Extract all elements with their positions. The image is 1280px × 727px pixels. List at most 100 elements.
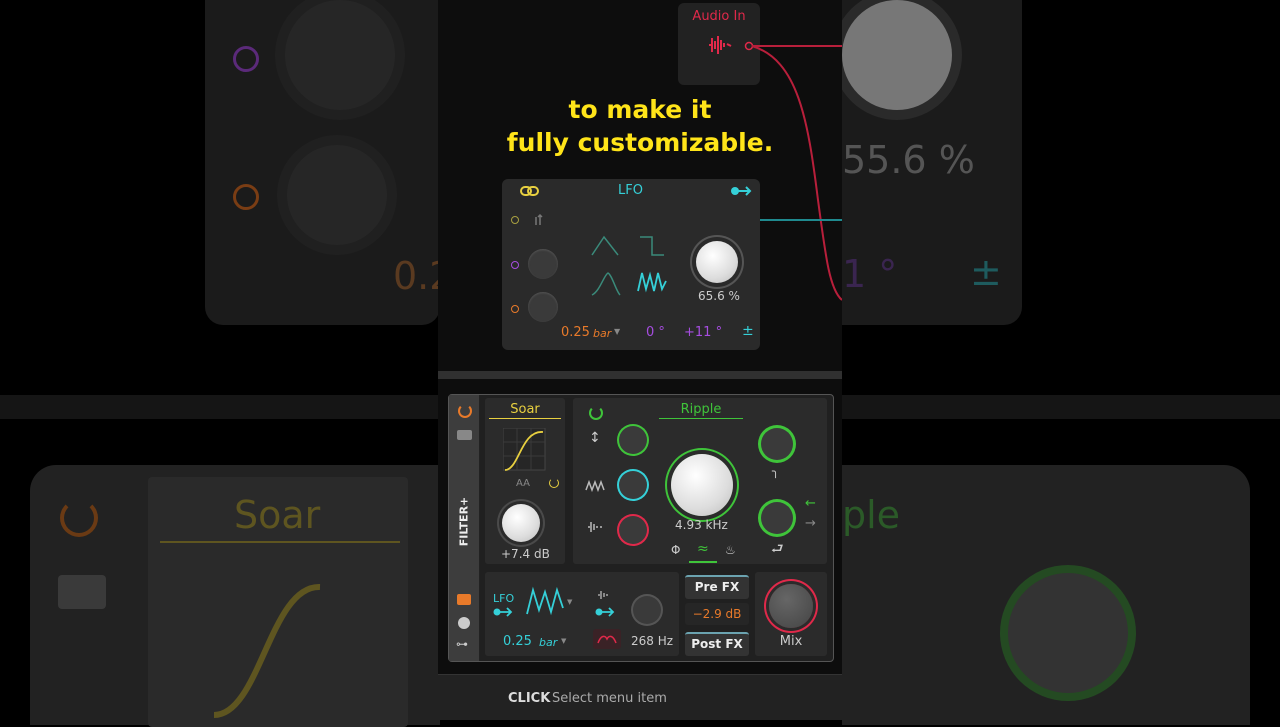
- panel-divider: [438, 371, 842, 379]
- mod-rate-unit[interactable]: bar: [539, 636, 557, 649]
- mix-knob[interactable]: [769, 584, 813, 628]
- arrow-right-icon[interactable]: →: [805, 516, 816, 531]
- ripple-frequency-knob[interactable]: [671, 454, 733, 516]
- ripple-top-right-knob[interactable]: [761, 428, 793, 460]
- ripple-spread-knob[interactable]: [619, 426, 647, 454]
- mod-wave-chevron-icon[interactable]: ▼: [567, 598, 572, 606]
- mod-target-arrow-icon[interactable]: [493, 607, 513, 617]
- device-side-label[interactable]: FILTER+: [458, 492, 471, 552]
- ripple-mode-underline: [689, 561, 717, 563]
- background-soar-underline: [160, 541, 400, 543]
- background-soar-curve: [213, 583, 321, 718]
- ripple-wave-knob[interactable]: [619, 471, 647, 499]
- background-panel-left: 0.2: [205, 0, 453, 325]
- soar-gain-knob[interactable]: [502, 504, 540, 542]
- background-soar-title: Soar: [234, 493, 321, 537]
- retrigger-icon[interactable]: [534, 213, 546, 227]
- background-plus-minus: ±: [970, 250, 1002, 294]
- ripple-underline: [659, 418, 743, 419]
- filter-shape-icon: [597, 635, 617, 644]
- mix-section: Mix: [755, 572, 827, 656]
- ripple-feedback-knob[interactable]: [761, 502, 793, 534]
- lfo-orange-knob[interactable]: [528, 292, 558, 322]
- flame-icon[interactable]: ♨: [725, 543, 736, 557]
- soar-title[interactable]: Soar: [485, 402, 565, 417]
- background-device-left: Soar: [30, 465, 440, 727]
- curve-icon[interactable]: ╮: [772, 464, 779, 478]
- post-fx-button[interactable]: Post FX: [685, 632, 749, 656]
- device-side-bar: FILTER+ ⊶: [449, 395, 480, 661]
- status-description: Select menu item: [552, 691, 667, 706]
- bipolar-toggle[interactable]: ±: [742, 323, 754, 339]
- mod-source-label[interactable]: LFO: [493, 592, 514, 605]
- key-icon[interactable]: ⊶: [456, 637, 468, 651]
- lfo-purple-knob[interactable]: [528, 249, 558, 279]
- lfo-rate-unit[interactable]: bar: [593, 327, 611, 340]
- modulator-list-icon[interactable]: [457, 594, 471, 605]
- soar-gain-value: +7.4 dB: [501, 547, 550, 561]
- mod-envelope-icon[interactable]: [597, 590, 611, 600]
- background-green-knob: [1008, 573, 1128, 693]
- spread-icon[interactable]: ↕: [589, 430, 601, 446]
- power-icon[interactable]: [458, 404, 472, 418]
- pre-fx-label: Pre FX: [694, 580, 740, 594]
- lfo-amount-knob[interactable]: [696, 241, 738, 283]
- background-purple-dot: [233, 46, 259, 72]
- ripple-frequency-value: 4.93 kHz: [675, 518, 728, 532]
- caption-line-2: fully customizable.: [506, 128, 774, 157]
- ripple-mode-icon[interactable]: ≈: [697, 541, 709, 557]
- link-icon[interactable]: [520, 185, 540, 197]
- purple-mod-dot[interactable]: [511, 261, 519, 269]
- folder-icon[interactable]: [457, 430, 472, 440]
- loop-icon[interactable]: ⮐: [771, 538, 784, 562]
- clock-icon[interactable]: [458, 617, 470, 629]
- orange-mod-dot[interactable]: [511, 305, 519, 313]
- arrow-left-icon[interactable]: ←: [805, 496, 816, 511]
- mod-wave-display[interactable]: [525, 586, 565, 618]
- background-power-icon: [60, 499, 98, 537]
- lfo-modulator-panel: LFO 65.6 % 0.25 bar ▼ 0 ° +11 ° ±: [502, 179, 760, 350]
- background-big-knob: [842, 0, 952, 110]
- modulation-target-icon[interactable]: [730, 185, 752, 197]
- envelope-icon[interactable]: [587, 521, 603, 533]
- background-device-right: ple: [842, 465, 1250, 725]
- soar-aa-toggle[interactable]: AA: [516, 478, 530, 489]
- background-ripple-partial: ple: [842, 493, 901, 537]
- fx-level-display[interactable]: −2.9 dB: [685, 603, 749, 625]
- ripple-envelope-knob[interactable]: [619, 516, 647, 544]
- wave-icon[interactable]: [585, 480, 607, 492]
- caption-line-1: to make it: [568, 95, 712, 124]
- ripple-title[interactable]: Ripple: [659, 402, 743, 417]
- background-knob-top: [285, 0, 395, 110]
- main-view: Audio In to make it fully customizable. …: [438, 0, 842, 720]
- background-panel-right: 55.6 % 1 ° ±: [842, 0, 1022, 325]
- post-fx-label: Post FX: [691, 637, 743, 651]
- ripple-power-icon[interactable]: [589, 406, 603, 420]
- background-right-percent: 55.6 %: [842, 138, 975, 182]
- lfo-shape-selector[interactable]: [590, 229, 670, 299]
- status-action: CLICK: [508, 691, 551, 706]
- mod-cutoff-value: 268 Hz: [631, 634, 674, 648]
- mod-envelope-target-icon[interactable]: [595, 607, 615, 617]
- modulation-row: LFO ▼ 0.25 bar ▼ 268 Hz: [485, 572, 679, 656]
- mod-cutoff-knob[interactable]: [633, 596, 661, 624]
- ripple-section: Ripple ↕ 4.93 kHz Φ ≈ ♨ ╮ ← → ⮐: [573, 398, 827, 564]
- lfo-phase-value[interactable]: 0 °: [646, 325, 665, 340]
- chevron-down-icon[interactable]: ▼: [614, 327, 620, 336]
- lfo-rate-value[interactable]: 0.25: [561, 325, 590, 340]
- filter-shape-button[interactable]: [593, 629, 621, 649]
- lfo-title: LFO: [618, 183, 643, 198]
- pre-fx-button[interactable]: Pre FX: [685, 575, 749, 599]
- mod-rate-value[interactable]: 0.25: [503, 634, 532, 649]
- status-bar: CLICK Select menu item: [438, 674, 842, 720]
- background-folder-icon: [58, 575, 106, 609]
- background-right-degrees: 1 °: [842, 252, 898, 296]
- mod-rate-chevron-icon[interactable]: ▼: [561, 637, 566, 645]
- mix-label: Mix: [779, 634, 803, 649]
- fx-level-value: −2.9 dB: [692, 607, 742, 621]
- filter-plus-device: FILTER+ ⊶ Soar AA +7.4 dB Ripple ↕ 4.93 …: [448, 394, 834, 662]
- yellow-mod-dot[interactable]: [511, 216, 519, 224]
- soar-power-icon[interactable]: [549, 478, 559, 488]
- phase-icon[interactable]: Φ: [671, 543, 680, 557]
- lfo-offset-value[interactable]: +11 °: [684, 325, 722, 340]
